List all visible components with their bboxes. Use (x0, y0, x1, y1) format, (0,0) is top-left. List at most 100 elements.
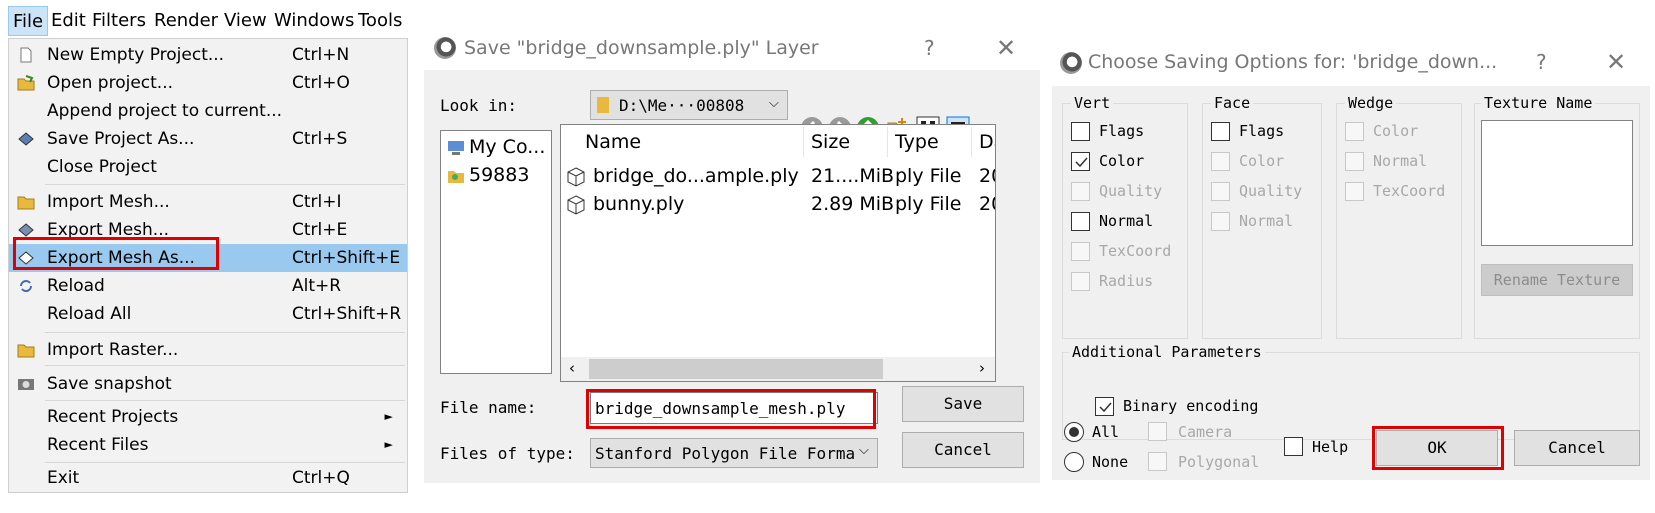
folder-icon (17, 196, 35, 210)
menu-item-import-mesh[interactable]: Import Mesh... Ctrl+I (9, 188, 407, 216)
look-in-combo[interactable]: D:\Me···00808 ⌵ (590, 90, 788, 120)
save-layer-dialog: Save "bridge_downsample.ply" Layer ? ✕ L… (424, 28, 1040, 483)
dialog-title: Choose Saving Options for: 'bridge_down.… (1088, 51, 1498, 73)
vert-flags-checkbox[interactable] (1071, 122, 1090, 141)
cancel-button[interactable]: Cancel (1514, 430, 1640, 466)
menu-edit[interactable]: Edit (47, 6, 90, 36)
dialog-titlebar: Save "bridge_downsample.ply" Layer ? ✕ (424, 28, 1040, 70)
computer-icon (448, 141, 464, 155)
sidebar-places: My Co... 59883 (440, 130, 552, 374)
polygonal-checkbox[interactable] (1148, 452, 1167, 471)
menu-item-save-project-as[interactable]: Save Project As... Ctrl+S (9, 125, 407, 153)
all-label: All (1092, 423, 1120, 441)
cancel-button[interactable]: Cancel (902, 432, 1024, 468)
menu-item-append-project[interactable]: Append project to current... (9, 97, 407, 125)
menu-view[interactable]: View (220, 6, 271, 36)
texture-name-list[interactable] (1481, 120, 1633, 246)
table-row[interactable]: bunny.ply 2.89 MiB ply File 20 (561, 191, 995, 219)
menu-item-reload[interactable]: Reload Alt+R (9, 272, 407, 300)
chevron-down-icon: ⌵ (859, 443, 869, 458)
help-icon[interactable]: ? (924, 36, 935, 60)
none-radio[interactable] (1064, 452, 1084, 472)
help-icon[interactable]: ? (1536, 50, 1547, 74)
wedge-group: Wedge Color Normal TexCoord (1336, 94, 1462, 339)
meshlab-logo-icon (1060, 52, 1082, 74)
file-list: Name ^ Size Type Dä bridge_do...ample.pl… (560, 124, 996, 382)
wedge-texcoord-checkbox[interactable] (1345, 182, 1364, 201)
none-label: None (1092, 453, 1129, 471)
face-flags-checkbox[interactable] (1211, 122, 1230, 141)
file-type-select[interactable]: Stanford Polygon File Forma ⌵ (590, 438, 878, 468)
sidebar-item-my-computer[interactable]: My Co... (445, 135, 550, 161)
menu-file[interactable]: File (8, 6, 49, 36)
checkmark-icon (1099, 402, 1112, 413)
menu-filters[interactable]: Filters (88, 6, 150, 36)
save-button[interactable]: Save (902, 386, 1024, 422)
scroll-right-icon[interactable]: › (979, 359, 985, 377)
column-name[interactable]: Name (585, 131, 641, 153)
menu-item-open-project[interactable]: Open project... Ctrl+O (9, 69, 407, 97)
help-checkbox[interactable] (1284, 437, 1303, 456)
vert-color-checkbox[interactable] (1071, 152, 1090, 171)
folder-icon (17, 344, 35, 358)
all-radio[interactable] (1064, 422, 1084, 442)
menu-item-exit[interactable]: Exit Ctrl+Q (9, 464, 407, 492)
menu-tools[interactable]: Tools (354, 6, 406, 36)
file-name-label: File name: (440, 398, 537, 417)
menu-separator (45, 365, 405, 366)
folder-icon (597, 97, 609, 113)
menu-windows[interactable]: Windows (270, 6, 358, 36)
submenu-arrow-icon: ► (384, 410, 393, 423)
camera-checkbox[interactable] (1148, 422, 1167, 441)
column-size[interactable]: Size (811, 131, 850, 153)
menu-item-save-snapshot[interactable]: Save snapshot (9, 370, 407, 398)
scroll-left-icon[interactable]: ‹ (569, 359, 575, 377)
close-icon[interactable]: ✕ (1606, 48, 1626, 76)
rename-texture-button[interactable]: Rename Texture (1481, 264, 1633, 296)
sort-caret-icon: ^ (675, 124, 686, 133)
meshlab-logo-icon (434, 37, 456, 59)
face-color-checkbox[interactable] (1211, 152, 1230, 171)
menu-item-reload-all[interactable]: Reload All Ctrl+Shift+R (9, 300, 407, 328)
vert-texcoord-checkbox[interactable] (1071, 242, 1090, 261)
face-normal-checkbox[interactable] (1211, 212, 1230, 231)
vert-normal-checkbox[interactable] (1071, 212, 1090, 231)
reload-icon (20, 280, 32, 292)
ply-file-icon (567, 195, 585, 215)
ply-file-icon (567, 167, 585, 187)
face-group: Face Flags Color Quality Normal (1202, 94, 1322, 339)
column-type[interactable]: Type (895, 131, 939, 153)
dialog-title: Save "bridge_downsample.ply" Layer (464, 37, 819, 59)
highlight-box (1372, 426, 1504, 470)
sidebar-item-user[interactable]: 59883 (445, 163, 550, 189)
menu-item-new-empty-project[interactable]: New Empty Project... Ctrl+N (9, 41, 407, 69)
menu-item-close-project[interactable]: Close Project (9, 153, 407, 181)
table-row[interactable]: bridge_do...ample.ply 21....MiB ply File… (561, 163, 995, 191)
wedge-color-checkbox[interactable] (1345, 122, 1364, 141)
vert-group: Vert Flags Color Quality Normal TexCoord… (1062, 94, 1188, 339)
vert-radius-checkbox[interactable] (1071, 272, 1090, 291)
submenu-arrow-icon: ► (384, 438, 393, 451)
scroll-thumb[interactable] (589, 359, 883, 379)
menu-separator (45, 462, 405, 463)
menu-item-import-raster[interactable]: Import Raster... (9, 336, 407, 364)
horizontal-scrollbar[interactable]: ‹ › (561, 357, 995, 381)
chevron-down-icon: ⌵ (769, 96, 779, 111)
camera-icon (18, 379, 34, 390)
menu-item-recent-projects[interactable]: Recent Projects ► (9, 403, 407, 431)
new-doc-icon (20, 47, 32, 63)
export-diamond-icon (18, 223, 34, 237)
wedge-normal-checkbox[interactable] (1345, 152, 1364, 171)
menu-render[interactable]: Render (150, 6, 222, 36)
file-list-header: Name ^ Size Type Dä (561, 124, 995, 159)
face-quality-checkbox[interactable] (1211, 182, 1230, 201)
column-date[interactable]: Dä (979, 131, 995, 153)
menubar: File Edit Filters Render View Windows To… (0, 6, 420, 36)
checkmark-icon (1075, 157, 1088, 168)
close-icon[interactable]: ✕ (996, 34, 1016, 62)
menu-item-recent-files[interactable]: Recent Files ► (9, 431, 407, 459)
vert-quality-checkbox[interactable] (1071, 182, 1090, 201)
menu-separator (45, 332, 405, 333)
menu-separator (45, 400, 405, 401)
binary-encoding-checkbox[interactable] (1095, 397, 1114, 416)
